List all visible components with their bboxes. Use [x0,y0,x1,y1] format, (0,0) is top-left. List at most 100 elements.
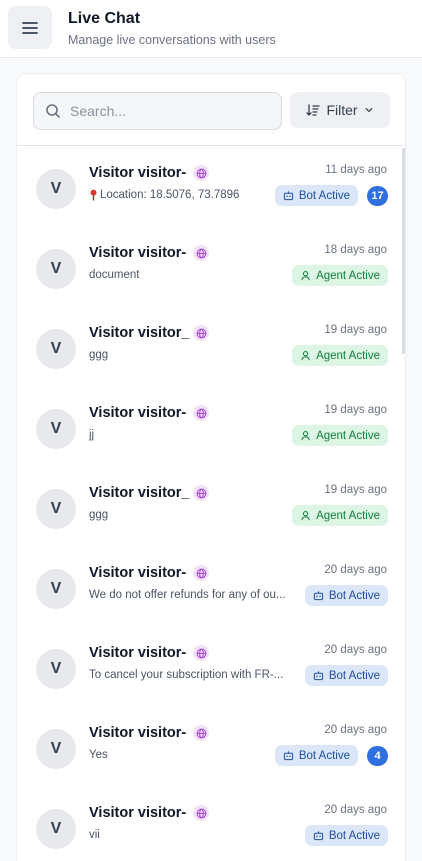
search-icon [46,104,60,118]
conversation-list: V Visitor visitor- Location: 18.5076, 73… [17,146,402,861]
page-header: Live Chat Manage live conversations with… [0,0,422,58]
status-label: Agent Active [316,509,380,522]
last-message-time: 20 days ago [324,724,387,736]
last-message-time: 20 days ago [324,644,387,656]
visitor-name: Visitor visitor- [89,565,187,581]
visitor-name: Visitor visitor- [89,725,187,741]
last-message-time: 18 days ago [324,244,387,256]
globe-icon [193,725,209,741]
filter-button[interactable]: Filter [290,92,390,128]
bot-icon [313,831,323,841]
visitor-name: Visitor visitor- [89,165,187,181]
search-input[interactable] [70,103,270,119]
avatar: V [36,569,76,609]
last-message-time: 19 days ago [324,484,387,496]
message-preview-text: ggg [89,349,109,361]
menu-button[interactable] [8,6,52,49]
avatar: V [36,729,76,769]
avatar: V [36,409,76,449]
globe-icon [193,645,209,661]
visitor-name: Visitor visitor- [89,645,187,661]
message-preview: vii [89,829,100,841]
unread-count-badge: 17 [367,186,388,206]
message-preview: ggg [89,509,108,521]
message-preview: document [89,269,140,281]
globe-icon [193,485,209,501]
status-badge: Agent Active [292,345,388,366]
conversation-item[interactable]: V Visitor visitor- Location: 18.5076, 73… [17,146,402,226]
conversation-item[interactable]: V Visitor visitor- To cancel your subscr… [17,626,402,706]
message-preview-text: document [89,269,140,281]
menu-icon [22,21,38,34]
last-message-time: 20 days ago [324,564,387,576]
status-label: Agent Active [316,269,380,282]
filter-label: Filter [326,102,358,118]
user-icon [301,351,310,361]
message-preview: Yes [89,749,108,761]
message-preview: Location: 18.5076, 73.7896 [89,189,239,201]
list-scrollbar[interactable] [402,148,405,354]
conversation-item[interactable]: V Visitor visitor- We do not offer refun… [17,546,402,626]
user-icon [301,431,310,441]
visitor-name: Visitor visitor- [89,805,187,821]
visitor-name: Visitor visitor_ [89,325,190,341]
page-subtitle: Manage live conversations with users [68,33,276,47]
last-message-time: 11 days ago [325,164,387,176]
avatar: V [36,329,76,369]
message-preview-text: Location: 18.5076, 73.7896 [100,189,240,201]
location-pin-icon [90,189,97,201]
message-preview-text: Yes [89,749,108,761]
avatar: V [36,489,76,529]
visitor-name: Visitor visitor- [89,405,187,421]
globe-icon [193,325,209,341]
status-badge: Bot Active [304,825,388,846]
message-preview-text: To cancel your subscription with FR-... [89,669,284,681]
globe-icon [193,805,209,821]
globe-icon [193,245,209,261]
status-label: Bot Active [328,669,380,682]
avatar: V [36,249,76,289]
message-preview: jj [89,429,94,441]
search-box[interactable] [33,92,282,130]
status-badge: Agent Active [292,425,388,446]
bot-icon [283,191,293,201]
conversation-panel: Filter V Visitor visitor- Location: 18.5… [16,73,406,861]
globe-icon [193,405,209,421]
status-badge: Agent Active [292,265,388,286]
status-label: Agent Active [316,429,380,442]
message-preview-text: We do not offer refunds for any of ou... [89,589,286,601]
conversation-item[interactable]: V Visitor visitor- jj 19 days ago Agent … [17,386,402,466]
status-badge: Bot Active [304,665,388,686]
list-toolbar: Filter [17,74,405,146]
globe-icon [193,565,209,581]
visitor-name: Visitor visitor_ [89,485,190,501]
user-icon [301,271,310,281]
last-message-time: 19 days ago [324,324,387,336]
status-label: Agent Active [316,349,380,362]
conversation-item[interactable]: V Visitor visitor- document 18 days ago … [17,226,402,306]
bot-icon [313,591,323,601]
avatar: V [36,809,76,849]
message-preview: To cancel your subscription with FR-... [89,669,283,681]
avatar: V [36,649,76,689]
status-badge: Bot Active [304,585,388,606]
bot-icon [313,671,323,681]
conversation-item[interactable]: V Visitor visitor- vii 20 days ago Bot A… [17,786,402,861]
user-icon [301,511,310,521]
globe-icon [193,165,209,181]
status-label: Bot Active [298,749,350,762]
message-preview: We do not offer refunds for any of ou... [89,589,285,601]
status-label: Bot Active [298,189,350,202]
conversation-item[interactable]: V Visitor visitor_ ggg 19 days ago Agent… [17,306,402,386]
message-preview: ggg [89,349,108,361]
avatar: V [36,169,76,209]
unread-count-badge: 4 [367,746,388,766]
message-preview-text: jj [89,429,95,441]
message-preview-text: vii [89,829,100,841]
visitor-name: Visitor visitor- [89,245,187,261]
conversation-item[interactable]: V Visitor visitor_ ggg 19 days ago Agent… [17,466,402,546]
status-badge: Bot Active [274,185,358,206]
conversation-item[interactable]: V Visitor visitor- Yes 20 days ago Bot A… [17,706,402,786]
chevron-down-icon [365,108,372,112]
status-badge: Bot Active [274,745,358,766]
